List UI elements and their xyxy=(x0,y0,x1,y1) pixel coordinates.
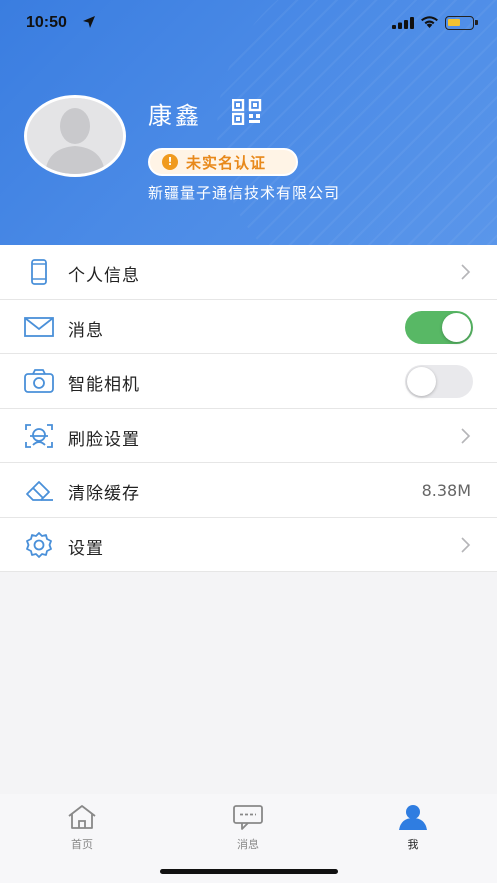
camera-icon xyxy=(24,369,54,393)
qr-code-icon[interactable] xyxy=(232,99,262,125)
menu-item-label: 设置 xyxy=(68,538,104,559)
tab-label: 我 xyxy=(407,838,419,851)
avatar[interactable] xyxy=(24,95,126,177)
messages-toggle[interactable] xyxy=(405,310,473,344)
menu-item-clear-cache[interactable]: 清除缓存 8.38M xyxy=(0,463,497,518)
menu-item-settings[interactable]: 设置 xyxy=(0,518,497,572)
menu-item-messages[interactable]: 消息 xyxy=(0,300,497,354)
location-arrow-icon xyxy=(83,16,95,28)
verification-status-badge[interactable]: ! 未实名认证 xyxy=(148,148,298,176)
menu-item-label: 消息 xyxy=(68,320,104,341)
wifi-icon xyxy=(421,16,438,28)
status-time: 10:50 xyxy=(26,14,67,31)
eraser-icon xyxy=(26,481,53,501)
phone-icon xyxy=(31,259,47,285)
verification-status-text: 未实名认证 xyxy=(186,153,267,172)
company-name: 新疆量子通信技术有限公司 xyxy=(148,184,341,202)
menu-item-label: 清除缓存 xyxy=(68,484,140,504)
envelope-icon xyxy=(24,316,54,337)
battery-icon xyxy=(445,16,478,30)
menu-item-smart-camera[interactable]: 智能相机 xyxy=(0,354,497,409)
status-bar: 10:50 xyxy=(0,0,497,46)
face-scan-icon xyxy=(25,423,53,448)
chevron-right-icon xyxy=(461,427,471,444)
warning-icon: ! xyxy=(162,154,178,170)
smart-camera-toggle[interactable] xyxy=(405,365,473,398)
home-icon xyxy=(68,805,96,829)
gear-icon xyxy=(26,531,52,558)
cellular-signal-icon xyxy=(392,17,414,29)
tab-messages[interactable]: 消息 xyxy=(208,804,288,852)
menu-item-label: 刷脸设置 xyxy=(68,429,140,450)
tab-label: 消息 xyxy=(237,838,259,851)
home-indicator xyxy=(160,869,338,874)
toggle-knob xyxy=(407,367,436,396)
menu-item-label: 智能相机 xyxy=(68,375,140,395)
menu-item-label: 个人信息 xyxy=(68,266,140,286)
default-avatar-icon xyxy=(27,98,123,174)
profile-header: 10:50 康鑫 ! 未实名认证 新疆量子通信技术有限公司 xyxy=(0,0,497,245)
menu-item-personal-info[interactable]: 个人信息 xyxy=(0,245,497,300)
settings-menu: 个人信息 消息 智能相机 刷脸设置 清除缓存 8.38M 设置 xyxy=(0,245,497,572)
cache-size-value: 8.38M xyxy=(421,481,471,500)
tab-me[interactable]: 我 xyxy=(373,804,453,852)
chevron-right-icon xyxy=(461,536,471,553)
tab-home[interactable]: 首页 xyxy=(42,804,122,852)
chevron-right-icon xyxy=(461,264,471,280)
chat-icon xyxy=(233,805,263,830)
user-name: 康鑫 xyxy=(148,102,202,130)
tab-label: 首页 xyxy=(71,838,93,851)
person-icon xyxy=(399,805,427,830)
toggle-knob xyxy=(442,312,471,342)
menu-item-face-settings[interactable]: 刷脸设置 xyxy=(0,409,497,463)
